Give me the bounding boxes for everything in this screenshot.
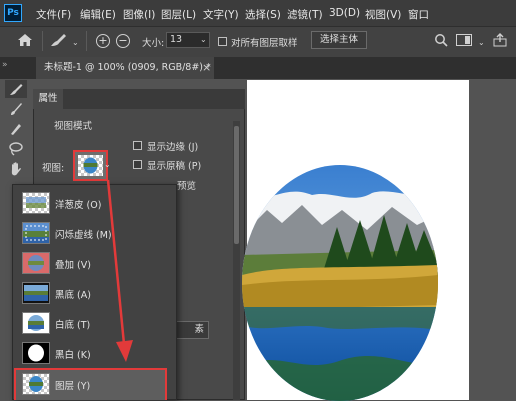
hand-tool-icon[interactable] [8,161,24,177]
layer-option-highlight-box [14,368,167,400]
view-option-onion-skin[interactable]: 洋葱皮 (O) [13,188,176,218]
brush-dropdown-chevron-icon[interactable]: ⌄ [72,38,79,47]
circular-landscape-image [242,165,438,401]
view-option-on-white[interactable]: 白底 (T) [13,308,176,338]
view-option-black-white[interactable]: 黑白 (K) [13,338,176,368]
menu-type[interactable]: 文字(Y) [203,7,239,22]
options-separator [42,31,43,51]
panel-scrollbar-thumb[interactable] [234,126,239,244]
sample-all-layers-label: 对所有图层取样 [231,38,298,49]
properties-panel-header [33,89,245,109]
size-label: 大小: [142,38,165,49]
black-white-thumbnail [22,342,50,364]
search-icon[interactable] [434,33,448,47]
photoshop-logo: Ps [4,4,22,22]
view-mode-preview-thumbnail [78,155,103,176]
show-original-checkbox[interactable] [133,160,142,169]
view-dropdown-chevron-icon[interactable]: ⌄ [104,160,111,169]
menu-file[interactable]: 文件(F) [36,7,71,22]
size-dropdown-chevron-icon[interactable]: ⌄ [200,35,207,44]
share-icon[interactable] [492,33,508,47]
on-black-thumbnail [22,282,50,304]
panel-header-gap [45,113,46,114]
view-option-label: 白底 (T) [55,320,91,331]
view-label: 视图: [42,163,65,174]
properties-tab[interactable]: 属性 [33,89,63,109]
view-option-label: 洋葱皮 (O) [55,200,102,211]
menu-view[interactable]: 视图(V) [365,7,401,22]
menu-3d[interactable]: 3D(D) [329,7,360,19]
show-edge-checkbox[interactable] [133,141,142,150]
view-option-label: 黑白 (K) [55,350,91,361]
menu-edit[interactable]: 编辑(E) [80,7,116,22]
overlay-thumbnail [22,252,50,274]
workspace-chevron-icon[interactable]: ⌄ [478,38,485,47]
lasso-tool-icon[interactable] [8,141,24,157]
menu-image[interactable]: 图像(I) [123,7,155,22]
document-tab[interactable]: 未标题-1 @ 100% (0909, RGB/8#) * [36,57,214,79]
home-icon[interactable] [17,33,33,47]
add-to-selection-icon[interactable]: + [96,34,110,48]
marching-ants-thumbnail [22,222,50,244]
quick-selection-brush-icon[interactable] [48,32,68,48]
on-white-thumbnail [22,312,50,334]
workspace-icon[interactable] [456,34,472,46]
onion-skin-thumbnail [22,192,50,214]
view-option-marching-ants[interactable]: 闪烁虚线 (M) [13,218,176,248]
refine-edge-brush-icon[interactable] [8,121,24,137]
view-option-label: 黑底 (A) [55,290,91,301]
select-subject-button[interactable]: 选择主体 [311,31,367,49]
sample-all-layers-checkbox[interactable] [218,37,227,46]
menu-window[interactable]: 窗口 [408,7,429,22]
document-tab-title: 未标题-1 @ 100% (0909, RGB/8#) * [44,62,211,73]
view-option-on-black[interactable]: 黑底 (A) [13,278,176,308]
view-mode-thumbnail-button[interactable] [73,150,108,181]
panel-collapse-icon[interactable]: » [2,60,8,70]
subtract-from-selection-icon[interactable]: − [116,34,130,48]
close-tab-icon[interactable]: × [202,61,211,74]
show-edge-label: 显示边缘 (J) [147,142,199,153]
brush-tool-icon[interactable] [8,101,24,117]
menu-layer[interactable]: 图层(L) [161,7,196,22]
menu-filter[interactable]: 滤镜(T) [287,7,323,22]
quick-selection-tool-icon[interactable] [8,81,24,97]
view-option-overlay[interactable]: 叠加 (V) [13,248,176,278]
view-option-label: 叠加 (V) [55,260,91,271]
preview-label-partial: 预览 [177,181,197,192]
show-original-label: 显示原稿 (P) [147,161,202,172]
menu-select[interactable]: 选择(S) [245,7,281,22]
annotation-arrow [106,179,133,362]
options-separator [86,31,87,51]
view-mode-section-title: 视图模式 [54,121,93,132]
